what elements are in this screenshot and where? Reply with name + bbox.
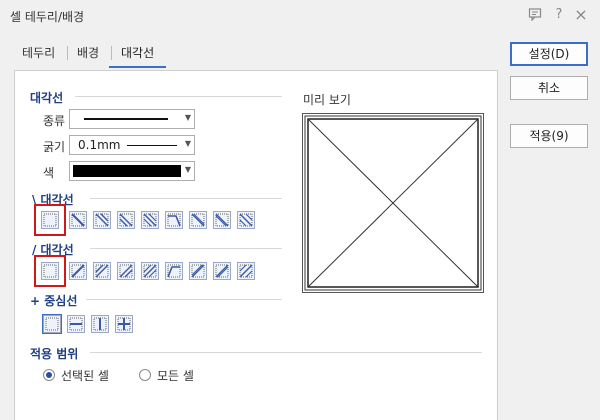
chevron-down-icon: ▼ <box>184 139 191 148</box>
scope-selected-label[interactable]: 선택된 셀 <box>61 367 109 384</box>
slash-diagonal-option-3[interactable] <box>117 262 135 280</box>
cancel-button[interactable]: 취소 <box>510 76 588 100</box>
chevron-down-icon: ▼ <box>184 165 191 174</box>
backslash-diagonal-option-8[interactable] <box>237 211 255 229</box>
slash-diagonal-option-4[interactable] <box>141 262 159 280</box>
backslash-diagonal-option-6[interactable] <box>189 211 207 229</box>
slash-diagonal-option-5[interactable] <box>165 262 183 280</box>
backslash-diagonal-option-2[interactable] <box>93 211 111 229</box>
divider <box>90 198 282 199</box>
no-backslash-diagonal-button[interactable] <box>41 211 59 229</box>
backslash-diagonal-option-1[interactable] <box>69 211 87 229</box>
color-swatch <box>73 165 181 177</box>
divider <box>75 96 282 97</box>
vertical-center-line-button[interactable] <box>91 315 109 333</box>
thickness-select[interactable]: 0.1mm ▼ <box>69 135 195 155</box>
no-slash-diagonal-button[interactable] <box>41 262 59 280</box>
window-title: 셀 테두리/배경 <box>10 10 85 24</box>
backslash-diagonal-option-7[interactable] <box>213 211 231 229</box>
scope-selected-radio[interactable] <box>43 369 55 381</box>
apply-button[interactable]: 적용(9) <box>510 124 588 148</box>
help-icon[interactable]: ? <box>551 7 567 23</box>
close-icon[interactable]: × <box>573 7 589 23</box>
preview-label: 미리 보기 <box>303 93 351 107</box>
thickness-label: 굵기 <box>43 140 66 154</box>
thickness-value: 0.1mm <box>78 138 121 152</box>
tab-background[interactable]: 배경 <box>77 44 99 61</box>
line-type-label: 종류 <box>43 114 66 128</box>
active-tab-indicator <box>109 66 166 68</box>
slash-diagonal-option-6[interactable] <box>189 262 207 280</box>
slash-diagonal-option-7[interactable] <box>213 262 231 280</box>
divider <box>90 248 282 249</box>
slash-diagonal-option-2[interactable] <box>93 262 111 280</box>
backslash-diagonal-option-5[interactable] <box>165 211 183 229</box>
backslash-diagonal-option-3[interactable] <box>117 211 135 229</box>
title-bar: 셀 테두리/배경 ? × <box>0 0 600 30</box>
scope-title: 적용 범위 <box>30 347 79 361</box>
center-group-title: + 중심선 <box>30 294 78 308</box>
divider <box>86 299 282 300</box>
ok-button[interactable]: 설정(D) <box>510 42 588 66</box>
tab-separator <box>111 46 112 60</box>
horizontal-center-line-button[interactable] <box>67 315 85 333</box>
cross-center-line-button[interactable] <box>115 315 133 333</box>
chat-icon[interactable] <box>527 7 543 23</box>
line-sample <box>84 118 168 120</box>
tab-diagonal[interactable]: 대각선 <box>121 44 154 61</box>
diagonal-section-title: 대각선 <box>30 91 64 105</box>
tab-border[interactable]: 테두리 <box>22 44 55 61</box>
tab-separator <box>67 46 68 60</box>
scope-all-label[interactable]: 모든 셀 <box>157 367 194 384</box>
no-center-line-button[interactable] <box>42 314 62 334</box>
chevron-down-icon: ▼ <box>184 113 191 122</box>
thickness-sample <box>127 145 177 146</box>
backslash-diagonal-option-4[interactable] <box>141 211 159 229</box>
slash-diagonal-option-8[interactable] <box>237 262 255 280</box>
scope-all-radio[interactable] <box>139 369 151 381</box>
slash-diagonal-option-1[interactable] <box>69 262 87 280</box>
line-type-select[interactable]: ▼ <box>69 109 195 129</box>
color-select[interactable]: ▼ <box>69 161 195 181</box>
divider <box>90 352 482 353</box>
color-label: 색 <box>43 166 55 180</box>
preview-box <box>302 113 484 293</box>
